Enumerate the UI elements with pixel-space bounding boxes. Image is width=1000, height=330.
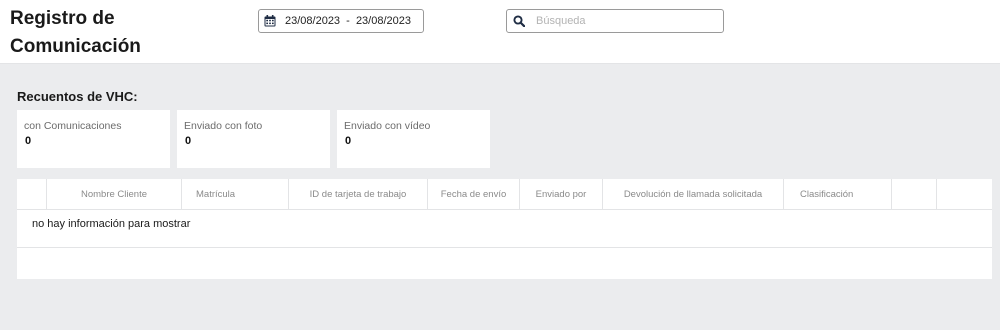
column-header-sent-by[interactable]: Enviado por — [519, 179, 602, 210]
table-empty-row: no hay información para mostrar — [17, 210, 992, 248]
search-icon — [513, 15, 525, 27]
count-card-value: 0 — [25, 135, 32, 147]
count-card-photo: Enviado con foto 0 — [177, 110, 330, 168]
column-header-extra — [891, 179, 936, 210]
search-box[interactable] — [506, 9, 724, 33]
date-range-text: 23/08/2023 - 23/08/2023 — [285, 15, 411, 27]
column-header-callback-requested[interactable]: Devolución de llamada solicitada — [602, 179, 783, 210]
date-range-picker[interactable]: 23/08/2023 - 23/08/2023 — [258, 9, 424, 33]
count-card-communications: con Comunicaciones 0 — [17, 110, 170, 168]
table-header: Nombre Cliente Matrícula ID de tarjeta d… — [17, 179, 992, 210]
count-card-value: 0 — [185, 135, 192, 147]
column-header-select[interactable] — [17, 179, 46, 210]
page-title: Registro de Comunicación — [10, 8, 141, 57]
count-card-value: 0 — [345, 135, 352, 147]
count-card-label: con Comunicaciones — [24, 120, 122, 132]
column-header-send-date[interactable]: Fecha de envío — [427, 179, 519, 210]
counts-title: Recuentos de VHC: — [17, 89, 138, 104]
column-header-plate[interactable]: Matrícula — [181, 179, 288, 210]
empty-message: no hay información para mostrar — [32, 218, 191, 230]
calendar-icon — [264, 15, 276, 27]
page-header: Registro de Comunicación 23/08/2023 - 23… — [0, 0, 1000, 64]
count-card-label: Enviado con foto — [184, 120, 263, 132]
search-input[interactable] — [536, 15, 716, 27]
communications-table: Nombre Cliente Matrícula ID de tarjeta d… — [17, 179, 992, 279]
column-header-job-card-id[interactable]: ID de tarjeta de trabajo — [288, 179, 427, 210]
column-header-customer-name[interactable]: Nombre Cliente — [46, 179, 181, 210]
count-card-label: Enviado con vídeo — [344, 120, 431, 132]
count-card-video: Enviado con vídeo 0 — [337, 110, 490, 168]
column-header-actions — [936, 179, 992, 210]
column-header-rating[interactable]: Clasificación — [783, 179, 891, 210]
